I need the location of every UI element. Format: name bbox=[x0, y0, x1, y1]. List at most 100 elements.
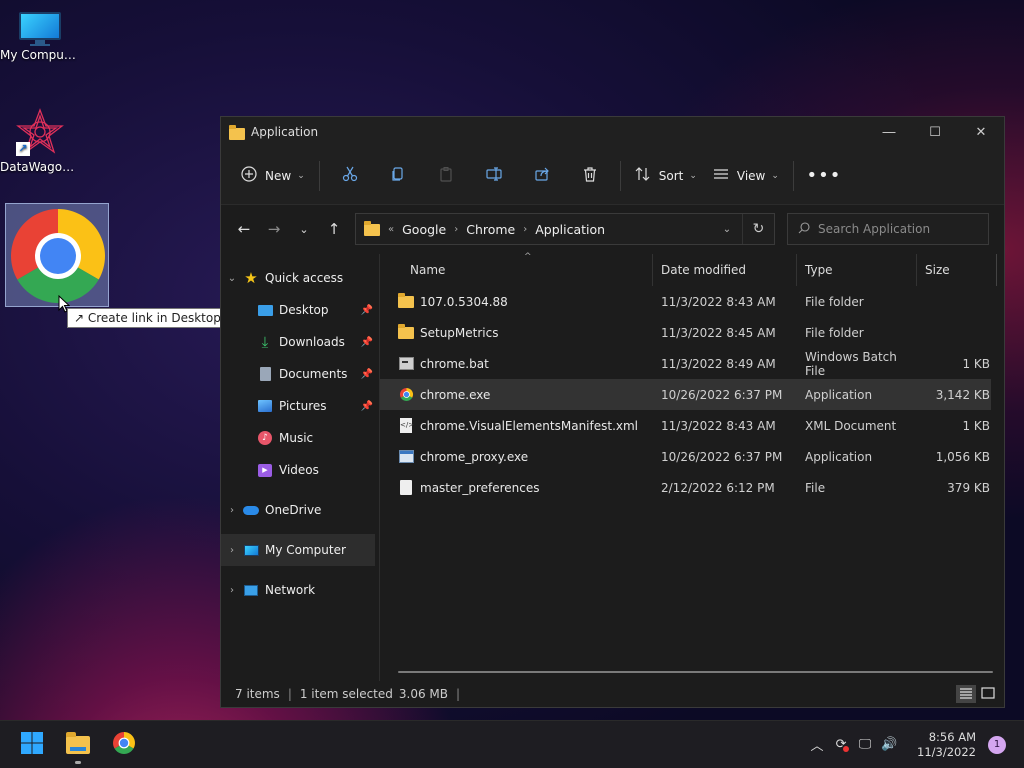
overflow-chevron-icon[interactable]: « bbox=[388, 224, 394, 235]
show-hidden-icons-button[interactable]: ︿ bbox=[805, 733, 829, 757]
chevron-right-icon[interactable]: › bbox=[221, 545, 243, 556]
star-icon: ★ bbox=[244, 269, 258, 287]
recent-locations-button[interactable]: ⌄ bbox=[289, 214, 319, 244]
desktop-icon-datawagon[interactable]: ↗ DataWagon... bbox=[0, 108, 80, 174]
breadcrumb-separator-icon[interactable]: › bbox=[523, 224, 527, 235]
search-input[interactable] bbox=[818, 222, 978, 236]
column-header-size[interactable]: Size bbox=[917, 254, 997, 286]
file-explorer-icon bbox=[66, 731, 90, 754]
sidebar-item-pictures[interactable]: Pictures 📌 bbox=[221, 390, 379, 422]
close-button[interactable]: ✕ bbox=[958, 117, 1004, 147]
back-button[interactable]: ← bbox=[229, 214, 259, 244]
copy-button[interactable] bbox=[374, 159, 422, 193]
desktop-icon-my-computer[interactable]: My Computer bbox=[0, 12, 80, 62]
sidebar-item-onedrive[interactable]: › OneDrive bbox=[221, 494, 379, 526]
sidebar-item-quick-access[interactable]: ⌄ ★ Quick access bbox=[221, 262, 379, 294]
column-header-date[interactable]: Date modified bbox=[653, 254, 797, 286]
more-options-button[interactable]: ••• bbox=[800, 159, 848, 193]
breadcrumb-google[interactable]: Google bbox=[402, 222, 446, 237]
sidebar-item-music[interactable]: ♪ Music bbox=[221, 422, 379, 454]
sidebar-item-my-computer[interactable]: › My Computer bbox=[221, 534, 375, 566]
command-bar: New ⌄ Sort ⌄ View ⌄ ••• bbox=[221, 147, 1004, 205]
new-button[interactable]: New ⌄ bbox=[233, 159, 313, 193]
chevron-down-icon: ⌄ bbox=[771, 170, 779, 181]
column-header-name[interactable]: ^ Name bbox=[380, 252, 653, 286]
up-button[interactable]: ↑ bbox=[319, 214, 349, 244]
sort-button[interactable]: Sort ⌄ bbox=[627, 159, 705, 193]
sidebar-item-desktop[interactable]: Desktop 📌 bbox=[221, 294, 379, 326]
title-bar[interactable]: Application ― ☐ ✕ bbox=[221, 117, 1004, 147]
file-row[interactable]: master_preferences 2/12/2022 6:12 PM Fil… bbox=[380, 472, 991, 503]
clock-time: 8:56 AM bbox=[928, 729, 976, 744]
paste-button[interactable] bbox=[422, 159, 470, 193]
breadcrumb-separator-icon[interactable]: › bbox=[454, 224, 458, 235]
sidebar-item-network[interactable]: › Network bbox=[221, 574, 379, 606]
chevron-right-icon[interactable]: › bbox=[221, 505, 243, 516]
chevron-right-icon[interactable]: › bbox=[221, 585, 243, 596]
rename-button[interactable] bbox=[470, 159, 518, 193]
breadcrumb-chrome[interactable]: Chrome bbox=[466, 222, 515, 237]
file-row-selected[interactable]: chrome.exe 10/26/2022 6:37 PM Applicatio… bbox=[380, 379, 991, 410]
file-type: File folder bbox=[805, 325, 864, 340]
view-label: View bbox=[736, 168, 766, 183]
desktop-icon bbox=[257, 302, 273, 318]
minimize-button[interactable]: ― bbox=[866, 117, 912, 147]
share-button[interactable] bbox=[518, 159, 566, 193]
sidebar-item-label: Videos bbox=[279, 463, 319, 477]
folder-icon bbox=[398, 323, 414, 341]
sidebar-item-documents[interactable]: Documents 📌 bbox=[221, 358, 379, 390]
windows-logo-icon bbox=[20, 731, 44, 758]
column-header-label: Type bbox=[805, 263, 833, 277]
file-row[interactable]: chrome_proxy.exe 10/26/2022 6:37 PM Appl… bbox=[380, 441, 991, 472]
sidebar-item-downloads[interactable]: ⤓ Downloads 📌 bbox=[221, 326, 379, 358]
file-row[interactable]: 107.0.5304.88 11/3/2022 8:43 AM File fol… bbox=[380, 286, 991, 317]
monitor-network-icon: 🖵 bbox=[858, 737, 872, 752]
file-row[interactable]: </> chrome.VisualElementsManifest.xml 11/… bbox=[380, 410, 991, 441]
datawagon-logo-icon: ↗ bbox=[16, 108, 64, 156]
start-button[interactable] bbox=[12, 725, 52, 765]
delete-button[interactable] bbox=[566, 159, 614, 193]
maximize-button[interactable]: ☐ bbox=[912, 117, 958, 147]
forward-button[interactable]: → bbox=[259, 214, 289, 244]
view-button[interactable]: View ⌄ bbox=[705, 159, 787, 193]
cut-button[interactable] bbox=[326, 159, 374, 193]
sidebar-item-label: Documents bbox=[279, 367, 348, 381]
network-status-icon[interactable]: 🖵 bbox=[853, 733, 877, 757]
horizontal-scrollbar[interactable] bbox=[398, 671, 993, 673]
folder-icon bbox=[229, 124, 245, 140]
refresh-button[interactable]: ↻ bbox=[742, 214, 774, 244]
chevron-down-icon: ⌄ bbox=[299, 222, 309, 236]
taskbar-chrome[interactable] bbox=[104, 725, 144, 765]
sync-icon: ⟳ bbox=[836, 737, 850, 752]
trash-icon bbox=[582, 166, 598, 185]
drag-preview bbox=[5, 203, 109, 307]
file-date: 11/3/2022 8:43 AM bbox=[661, 294, 776, 309]
column-header-type[interactable]: Type bbox=[797, 254, 917, 286]
clock[interactable]: 8:56 AM 11/3/2022 bbox=[917, 730, 976, 760]
monitor-icon bbox=[19, 12, 61, 46]
computer-icon bbox=[243, 542, 259, 558]
sidebar-item-label: Network bbox=[265, 583, 316, 597]
notification-badge[interactable]: 1 bbox=[988, 735, 1006, 754]
sync-status-icon[interactable]: ⟳ bbox=[829, 733, 853, 757]
taskbar-file-explorer[interactable] bbox=[58, 725, 98, 765]
breadcrumb-application[interactable]: Application bbox=[535, 222, 605, 237]
sidebar-item-videos[interactable]: ▶ Videos bbox=[221, 454, 379, 486]
address-dropdown-icon[interactable]: ⌄ bbox=[712, 224, 742, 235]
details-view-button[interactable] bbox=[956, 685, 976, 703]
sidebar-item-label: Music bbox=[279, 431, 314, 445]
address-bar[interactable]: « Google › Chrome › Application ⌄ ↻ bbox=[355, 213, 775, 245]
chevron-down-icon[interactable]: ⌄ bbox=[221, 273, 243, 284]
window-title: Application bbox=[251, 125, 319, 139]
plus-circle-icon bbox=[241, 166, 257, 185]
new-label: New bbox=[265, 168, 292, 183]
volume-icon[interactable]: 🔊 bbox=[877, 733, 901, 757]
search-box[interactable] bbox=[787, 213, 989, 245]
tiles-view-button[interactable] bbox=[978, 685, 998, 703]
scissors-icon bbox=[342, 166, 358, 185]
file-row[interactable]: SetupMetrics 11/3/2022 8:45 AM File fold… bbox=[380, 317, 991, 348]
sidebar-item-label: Desktop bbox=[279, 303, 329, 317]
paste-icon bbox=[438, 166, 454, 185]
file-row[interactable]: chrome.bat 11/3/2022 8:49 AM Windows Bat… bbox=[380, 348, 991, 379]
videos-icon: ▶ bbox=[257, 462, 273, 478]
